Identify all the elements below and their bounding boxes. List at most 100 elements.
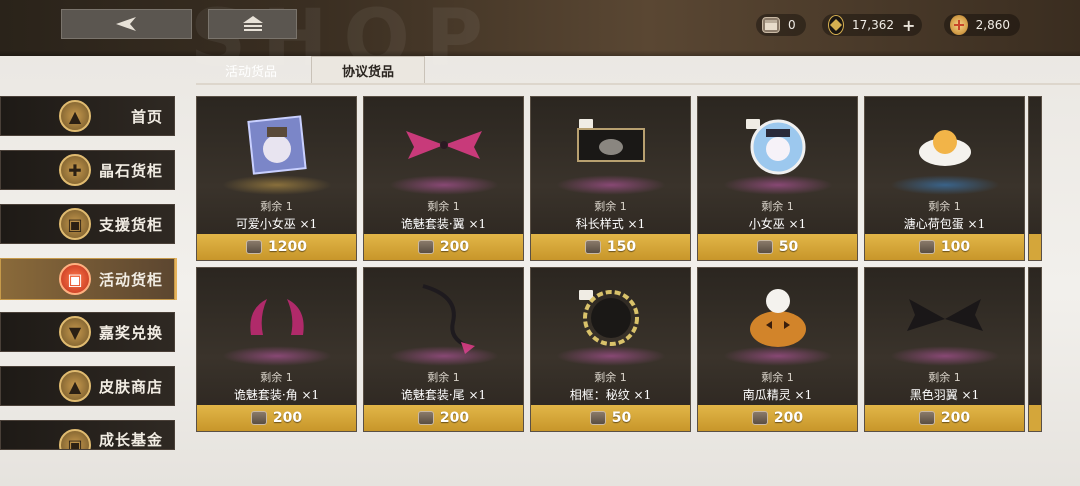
next-item-card-partial[interactable] bbox=[1028, 96, 1042, 261]
price-button[interactable]: 1200 bbox=[197, 234, 356, 260]
home-icon bbox=[242, 16, 263, 31]
ticket-chest-icon bbox=[417, 411, 434, 425]
ticket-chest-icon bbox=[918, 411, 935, 425]
price-value: 200 bbox=[439, 410, 470, 426]
item-card[interactable]: 剩余 1 溏心荷包蛋 ×1 100 bbox=[864, 96, 1025, 261]
item-card[interactable]: 剩余 1 黑色羽翼 ×1 200 bbox=[864, 267, 1025, 432]
sidebar-item-reward-exchange[interactable]: ▼ 嘉奖兑换 bbox=[0, 312, 175, 352]
item-card[interactable]: 剩余 1 科长样式 ×1 150 bbox=[530, 96, 691, 261]
remaining-stock: 剩余 1 bbox=[260, 371, 293, 384]
price-button[interactable]: 200 bbox=[364, 234, 523, 260]
rarity-glow bbox=[389, 346, 499, 366]
gold-count: 17,362 bbox=[852, 18, 894, 32]
reward-badge-icon: ▼ bbox=[59, 316, 91, 348]
gem-currency: 2,860 bbox=[944, 14, 1020, 36]
ticket-chest-icon bbox=[246, 240, 263, 254]
price-value: 200 bbox=[439, 239, 470, 255]
rarity-glow bbox=[723, 175, 833, 195]
back-arrow-icon bbox=[115, 17, 136, 31]
gold-currency: 17,362 + bbox=[822, 14, 922, 36]
sidebar-item-home[interactable]: ▲ 首页 bbox=[0, 96, 175, 136]
sidebar-item-supply-shop[interactable]: ▣ 支援货柜 bbox=[0, 204, 175, 244]
sidebar-item-label: 首页 bbox=[131, 107, 164, 126]
price-button[interactable]: 200 bbox=[865, 405, 1024, 431]
item-card[interactable]: 剩余 1 诡魅套装·尾 ×1 200 bbox=[363, 267, 524, 432]
ticket-currency: 0 bbox=[756, 14, 806, 36]
price-button[interactable]: 50 bbox=[531, 405, 690, 431]
back-button[interactable] bbox=[61, 9, 192, 39]
sidebar-item-growth-fund[interactable]: ▣ 成长基金 bbox=[0, 420, 175, 450]
add-gold-button[interactable]: + bbox=[902, 16, 915, 35]
tab-event-goods[interactable]: 活动货品 bbox=[196, 56, 306, 84]
item-card[interactable]: 剩余 1 相框：秘纹 ×1 50 bbox=[530, 267, 691, 432]
ticket-chest-icon bbox=[250, 411, 267, 425]
item-name: 相框：秘纹 ×1 bbox=[569, 388, 652, 402]
price-value: 150 bbox=[606, 239, 637, 255]
ticket-chest-icon bbox=[584, 240, 601, 254]
remaining-stock: 剩余 1 bbox=[761, 371, 794, 384]
price-button[interactable]: 200 bbox=[698, 405, 857, 431]
rarity-glow bbox=[890, 346, 1000, 366]
item-card[interactable]: 剩余 1 诡魅套装·角 ×1 200 bbox=[196, 267, 357, 432]
item-card[interactable]: 剩余 1 南瓜精灵 ×1 200 bbox=[697, 267, 858, 432]
sidebar-item-label: 成长基金 bbox=[99, 431, 164, 449]
price-button[interactable]: 200 bbox=[197, 405, 356, 431]
item-card[interactable]: 剩余 1 可爱小女巫 ×1 1200 bbox=[196, 96, 357, 261]
remaining-stock: 剩余 1 bbox=[928, 371, 961, 384]
price-button[interactable]: 100 bbox=[865, 234, 1024, 260]
remaining-stock: 剩余 1 bbox=[594, 371, 627, 384]
price-button[interactable]: 200 bbox=[364, 405, 523, 431]
remaining-stock: 剩余 1 bbox=[427, 200, 460, 213]
price-value: 100 bbox=[940, 239, 971, 255]
rarity-glow bbox=[389, 175, 499, 195]
rarity-glow bbox=[556, 175, 666, 195]
item-name: 溏心荷包蛋 ×1 bbox=[903, 217, 986, 231]
sidebar-item-event-shop[interactable]: ▣ 活动货柜 bbox=[0, 258, 175, 300]
remaining-stock: 剩余 1 bbox=[928, 200, 961, 213]
tab-divider bbox=[196, 83, 1080, 85]
price-bar bbox=[1029, 405, 1041, 431]
item-name: 诡魅套装·角 ×1 bbox=[233, 388, 320, 402]
home-button[interactable] bbox=[208, 9, 297, 39]
price-value: 200 bbox=[773, 410, 804, 426]
sidebar-item-label: 晶石货柜 bbox=[99, 161, 164, 180]
crystal-icon: ✚ bbox=[59, 154, 91, 186]
item-grid: 剩余 1 可爱小女巫 ×1 1200 剩余 1 诡魅套装·翼 ×1 200 剩余… bbox=[196, 96, 1042, 434]
rarity-glow bbox=[556, 346, 666, 366]
sidebar-item-label: 支援货柜 bbox=[99, 215, 164, 234]
price-value: 200 bbox=[940, 410, 971, 426]
rarity-glow bbox=[890, 175, 1000, 195]
remaining-stock: 剩余 1 bbox=[427, 371, 460, 384]
next-item-card-partial[interactable] bbox=[1028, 267, 1042, 432]
sidebar-item-crystal-shop[interactable]: ✚ 晶石货柜 bbox=[0, 150, 175, 190]
ticket-chest-icon bbox=[762, 17, 780, 33]
item-name: 南瓜精灵 ×1 bbox=[742, 388, 813, 402]
item-name: 可爱小女巫 ×1 bbox=[235, 217, 318, 231]
item-name: 诡魅套装·翼 ×1 bbox=[400, 217, 487, 231]
ticket-chest-icon bbox=[589, 411, 606, 425]
ticket-count: 0 bbox=[788, 18, 796, 32]
ticket-chest-icon bbox=[751, 411, 768, 425]
outfit-icon: ▲ bbox=[59, 370, 91, 402]
sidebar-item-skin-shop[interactable]: ▲ 皮肤商店 bbox=[0, 366, 175, 406]
item-card[interactable]: 剩余 1 诡魅套装·翼 ×1 200 bbox=[363, 96, 524, 261]
tab-protocol-goods[interactable]: 协议货品 bbox=[311, 56, 425, 84]
rarity-glow bbox=[222, 175, 332, 195]
item-name: 黑色羽翼 ×1 bbox=[909, 388, 980, 402]
item-name: 科长样式 ×1 bbox=[575, 217, 646, 231]
sidebar-item-label: 皮肤商店 bbox=[99, 377, 164, 396]
sidebar-item-label: 嘉奖兑换 bbox=[99, 323, 164, 342]
fund-box-icon: ▣ bbox=[59, 429, 91, 449]
gold-coin-icon bbox=[828, 15, 844, 35]
price-button[interactable]: 150 bbox=[531, 234, 690, 260]
gem-orb-icon bbox=[950, 15, 968, 35]
ticket-chest-icon bbox=[756, 240, 773, 254]
supply-box-icon: ▣ bbox=[59, 208, 91, 240]
item-card[interactable]: 剩余 1 小女巫 ×1 50 bbox=[697, 96, 858, 261]
remaining-stock: 剩余 1 bbox=[594, 200, 627, 213]
item-name: 诡魅套装·尾 ×1 bbox=[400, 388, 487, 402]
price-button[interactable]: 50 bbox=[698, 234, 857, 260]
event-box-icon: ▣ bbox=[59, 263, 91, 295]
price-value: 1200 bbox=[268, 239, 307, 255]
price-bar bbox=[1029, 234, 1041, 260]
